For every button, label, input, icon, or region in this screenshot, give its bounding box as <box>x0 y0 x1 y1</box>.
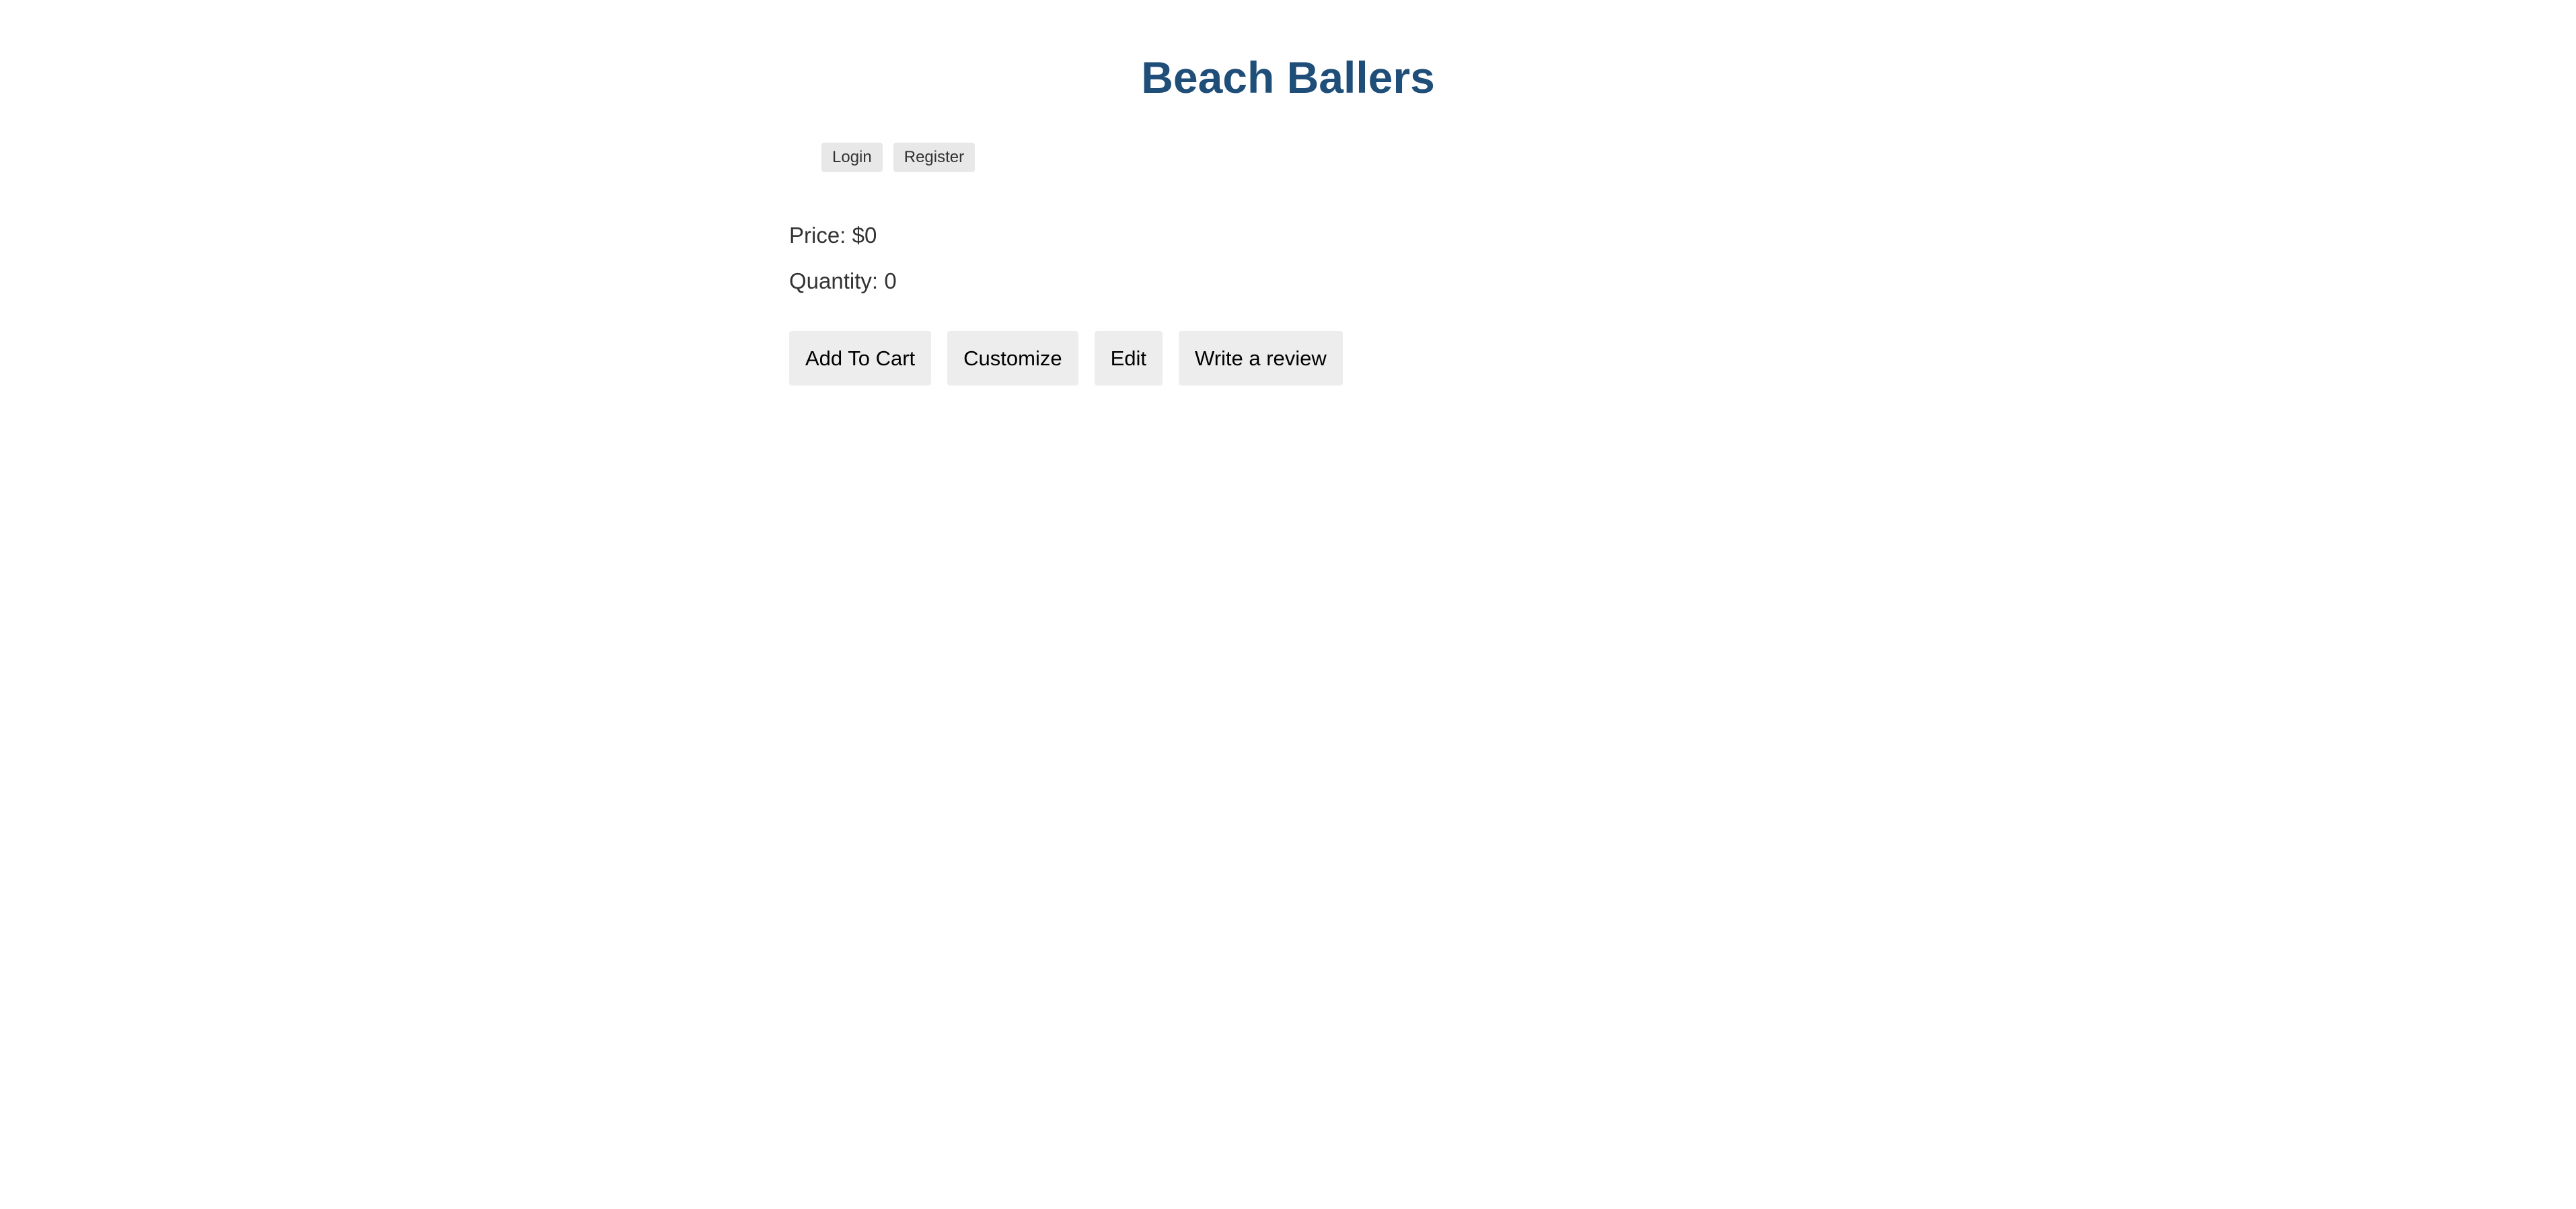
price-line: Price: $0 <box>789 222 897 249</box>
add-to-cart-button[interactable]: Add To Cart <box>789 331 932 386</box>
auth-nav: Login Register <box>821 143 976 172</box>
page: Beach Ballers Login Register Price: $0 Qu… <box>0 0 2576 1209</box>
customize-button[interactable]: Customize <box>947 331 1078 386</box>
quantity-value: 0 <box>884 268 897 293</box>
price-label: Price: <box>789 223 846 248</box>
write-review-button[interactable]: Write a review <box>1179 331 1343 386</box>
quantity-line: Quantity: 0 <box>789 268 897 295</box>
product-actions: Add To Cart Customize Edit Write a revie… <box>789 331 1343 386</box>
login-button[interactable]: Login <box>821 143 883 172</box>
product-info: Price: $0 Quantity: 0 <box>789 222 897 295</box>
register-button[interactable]: Register <box>893 143 976 172</box>
site-title: Beach Ballers <box>1141 52 1435 102</box>
edit-button[interactable]: Edit <box>1094 331 1163 386</box>
quantity-label: Quantity: <box>789 268 879 293</box>
price-value: $0 <box>852 223 877 248</box>
